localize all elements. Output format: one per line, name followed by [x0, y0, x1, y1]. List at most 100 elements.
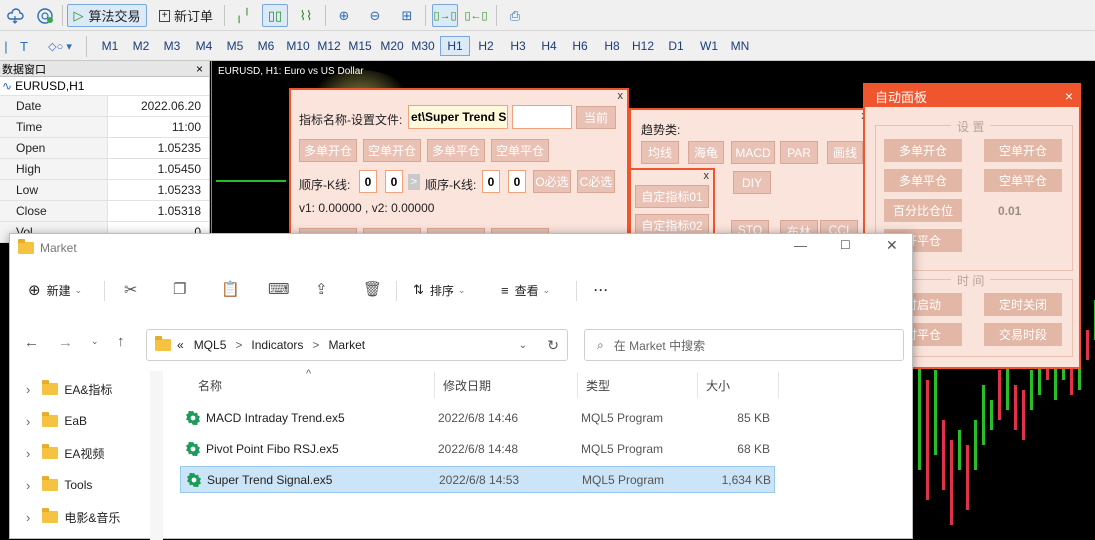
indicator-action-button[interactable]: 空单平仓 [491, 139, 549, 162]
timeframe-h1[interactable]: H1 [440, 36, 470, 56]
auto-short-close-button[interactable]: 空单平仓 [984, 169, 1062, 192]
zoom-in-icon[interactable]: ⊕ [332, 4, 356, 27]
zoom-out-icon[interactable]: ⊖ [363, 4, 387, 27]
tree-scrollbar[interactable] [150, 371, 163, 540]
shapes-dropdown-icon[interactable]: ◇○ ▾ [42, 35, 78, 58]
breadcrumb-mql5[interactable]: MQL5 [194, 338, 227, 352]
timeframe-m20[interactable]: M20 [377, 36, 407, 56]
refresh-icon[interactable]: ↻ [547, 337, 559, 354]
up-icon[interactable]: ↑ [117, 333, 125, 350]
sort-button[interactable]: ⇅ 排序 ⌄ [413, 274, 465, 306]
screenshot-icon[interactable]: ⎙ [503, 4, 527, 27]
trend-button[interactable]: 画线 [827, 141, 863, 164]
indicator-file-input[interactable]: et\Super Trend Si [408, 105, 508, 129]
bar-chart-icon[interactable]: ╷╵ [231, 4, 255, 27]
candlestick-icon[interactable]: ▯▯ [262, 4, 288, 27]
cloud-icon[interactable] [3, 4, 27, 27]
chevron-right-icon[interactable]: › [26, 478, 30, 493]
o-select-button[interactable]: O必选 [533, 170, 571, 193]
more-button[interactable]: ··· [594, 274, 609, 306]
search-box[interactable]: ⌕ 在 Market 中搜索 [584, 329, 904, 361]
indicator-action-button[interactable]: 多单开仓 [299, 139, 357, 162]
timeframe-m12[interactable]: M12 [314, 36, 344, 56]
algo-trading-button[interactable]: ▷ 算法交易 [67, 4, 147, 27]
timeframe-h6[interactable]: H6 [565, 36, 595, 56]
auto-long-close-button[interactable]: 多单平仓 [884, 169, 962, 192]
auto-short-open-button[interactable]: 空单开仓 [984, 139, 1062, 162]
seq-input-4[interactable]: 0 [508, 170, 526, 193]
chevron-right-icon[interactable]: › [26, 446, 30, 461]
crosshair-icon[interactable]: | [0, 35, 12, 58]
column-divider[interactable] [577, 372, 578, 398]
timeframe-h3[interactable]: H3 [503, 36, 533, 56]
timeframe-h8[interactable]: H8 [597, 36, 627, 56]
column-header[interactable]: 修改日期 [443, 377, 491, 394]
forward-icon[interactable]: → [58, 334, 73, 351]
auto-long-open-button[interactable]: 多单开仓 [884, 139, 962, 162]
timeframe-m15[interactable]: M15 [345, 36, 375, 56]
delete-icon[interactable]: 🗑 [363, 280, 382, 298]
column-header[interactable]: 类型 [586, 377, 610, 394]
share-icon[interactable]: ⇪ [315, 280, 328, 298]
window-close-icon[interactable]: ✕ [886, 237, 898, 254]
maximize-icon[interactable]: ☐ [840, 238, 851, 252]
timeframe-m30[interactable]: M30 [408, 36, 438, 56]
indicator-extra-input[interactable] [512, 105, 572, 129]
timeframe-d1[interactable]: D1 [661, 36, 691, 56]
seq-arrow[interactable]: > [408, 174, 420, 190]
timed-close-button[interactable]: 定时关闭 [984, 293, 1062, 316]
timeframe-h12[interactable]: H12 [628, 36, 658, 56]
new-order-button[interactable]: + 新订单 [154, 4, 218, 27]
chevron-right-icon[interactable]: › [26, 382, 30, 397]
file-row[interactable]: Super Trend Signal.ex5 2022/6/8 14:53 MQL5… [180, 466, 775, 493]
column-header[interactable]: 大小 [706, 377, 730, 394]
tree-item[interactable]: › EA视频 [26, 441, 104, 465]
timeframe-m10[interactable]: M10 [283, 36, 313, 56]
tree-item[interactable]: › EA&指标 [26, 377, 112, 401]
column-divider[interactable] [697, 372, 698, 398]
current-button[interactable]: 当前 [576, 106, 616, 129]
seq-input-2[interactable]: 0 [385, 170, 403, 193]
column-header[interactable]: 名称 [198, 377, 222, 394]
column-divider[interactable] [778, 372, 779, 398]
timeframe-m2[interactable]: M2 [126, 36, 156, 56]
custom-indicator-01-button[interactable]: 自定指标01 [635, 185, 709, 208]
timeframe-m5[interactable]: M5 [220, 36, 250, 56]
tree-item[interactable]: › 电影&音乐 [26, 505, 120, 529]
back-icon[interactable]: ← [24, 334, 39, 351]
close-icon[interactable]: × [1065, 88, 1073, 104]
cut-icon[interactable]: ✂ [124, 280, 137, 300]
line-chart-icon[interactable]: ⌇⌇ [294, 4, 318, 27]
recent-chevron-icon[interactable]: ⌄ [91, 336, 99, 347]
timeframe-m1[interactable]: M1 [95, 36, 125, 56]
timeframe-m4[interactable]: M4 [189, 36, 219, 56]
paste-icon[interactable]: 📋 [221, 280, 240, 298]
seq-input-1[interactable]: 0 [359, 170, 377, 193]
timeframe-w1[interactable]: W1 [694, 36, 724, 56]
breadcrumb-indicators[interactable]: Indicators [251, 338, 303, 352]
c-select-button[interactable]: C必选 [577, 170, 615, 193]
timeframe-m6[interactable]: M6 [251, 36, 281, 56]
close-icon[interactable]: × [196, 62, 203, 76]
close-icon[interactable]: x [618, 90, 624, 102]
copy-icon[interactable]: ❐ [173, 280, 186, 298]
chart-shift-icon[interactable]: ▯←▯ [463, 4, 489, 27]
timeframe-h4[interactable]: H4 [534, 36, 564, 56]
timeframe-h2[interactable]: H2 [471, 36, 501, 56]
minimize-icon[interactable]: — [794, 238, 807, 253]
indicator-action-button[interactable]: 多单平仓 [427, 139, 485, 162]
trend-button[interactable]: 海龟 [688, 141, 724, 164]
signal-icon[interactable] [33, 4, 57, 27]
trend-button[interactable]: MACD [731, 141, 775, 164]
diy-button[interactable]: DIY [733, 171, 771, 194]
tree-item[interactable]: › Tools [26, 473, 92, 497]
column-divider[interactable] [434, 372, 435, 398]
timeframe-m3[interactable]: M3 [157, 36, 187, 56]
trend-button[interactable]: 均线 [641, 141, 679, 164]
timeframe-mn[interactable]: MN [725, 36, 755, 56]
new-button[interactable]: ⊕ 新建 ⌄ [28, 274, 82, 306]
address-bar[interactable]: « MQL5 > Indicators > Market ⌄ ↻ [146, 329, 568, 361]
rename-icon[interactable]: ⌨ [268, 280, 290, 298]
grid-icon[interactable]: ⊞ [395, 4, 419, 27]
view-button[interactable]: ≡ 查看 ⌄ [501, 274, 550, 306]
